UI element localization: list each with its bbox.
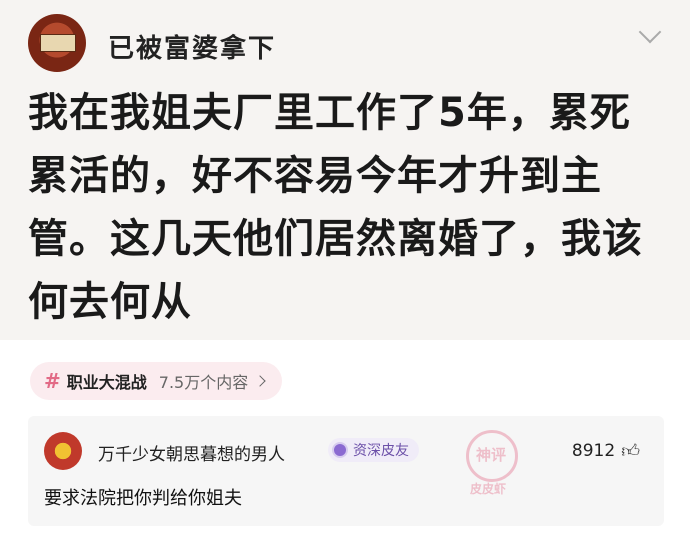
author-avatar[interactable] [28,14,86,72]
post-card: 已被富婆拿下 我在我姐夫厂里工作了5年，累死 累活的，好不容易今年才升到主 管。… [0,0,690,340]
post-text-line: 我在我姐夫厂里工作了5年，累死 [28,90,631,136]
comment-text: 要求法院把你判给你姐夫 [44,488,242,509]
medal-icon [332,442,348,458]
watermark-stamp: 神评 皮皮虾 [446,424,538,504]
post-header: 已被富婆拿下 [28,14,668,72]
user-level-badge: 资深皮友 [328,438,419,462]
post-author-name[interactable]: 已被富婆拿下 [108,28,276,65]
post-text-line: 管。这几天他们居然离婚了，我该 [28,216,643,262]
like-count: 8912 [571,441,616,461]
badge-label: 资深皮友 [353,443,409,459]
thumbs-up-icon: 👍︎ [621,441,640,462]
top-comment: 万千少女朝思暮想的男人 资深皮友 神评 皮皮虾 8912 👍︎ 要求法院把你判给… [28,416,664,526]
watermark-line1: 神评 [476,446,507,464]
topic-name: 职业大混战 [66,373,147,392]
commenter-avatar[interactable] [44,432,82,470]
post-text: 我在我姐夫厂里工作了5年，累死 累活的，好不容易今年才升到主 管。这几天他们居然… [28,82,668,334]
chevron-right-icon [254,375,266,387]
commenter-name[interactable]: 万千少女朝思暮想的男人 [98,440,285,465]
post-text-line: 累活的，好不容易今年才升到主 [28,153,602,199]
topic-content-count: 7.5万个内容 [158,373,249,392]
avatar-plaque [40,34,76,52]
chevron-down-icon[interactable] [638,20,662,44]
like-button[interactable]: 8912 👍︎ [572,440,640,462]
watermark-line2: 皮皮虾 [470,482,507,496]
post-text-line: 何去何从 [28,279,192,325]
topic-tag[interactable]: # 职业大混战 7.5万个内容 [30,362,283,400]
hash-icon: # [44,369,61,393]
